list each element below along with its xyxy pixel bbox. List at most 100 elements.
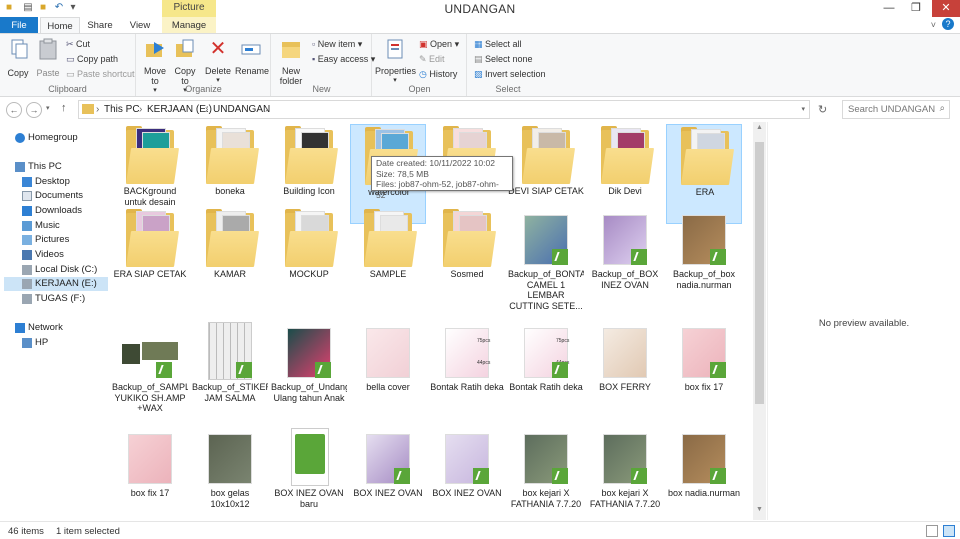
- item-label: MOCKUP: [289, 269, 329, 279]
- file-item[interactable]: BOX FERRY: [587, 320, 663, 420]
- history-button[interactable]: ◷ History: [419, 69, 457, 80]
- coreldraw-file-thumbnail: [680, 322, 728, 380]
- paste-label: Paste: [36, 68, 60, 78]
- nav-network-label: Network: [28, 322, 63, 333]
- copy-icon: [11, 39, 28, 59]
- vertical-scrollbar[interactable]: ▲ ▼: [753, 122, 766, 520]
- edit-button[interactable]: ✎ Edit: [419, 54, 445, 65]
- recent-locations-icon[interactable]: ▾: [46, 104, 50, 112]
- nav-network[interactable]: Network: [15, 321, 63, 335]
- paste-button[interactable]: Paste: [34, 38, 62, 78]
- help-icon[interactable]: ?: [942, 18, 954, 30]
- back-button[interactable]: ←: [6, 102, 22, 118]
- scroll-down-icon[interactable]: ▼: [753, 506, 766, 518]
- close-button[interactable]: ✕: [932, 0, 960, 17]
- file-item[interactable]: Backup_of_SAMPLE YUKIKO SH.AMP +WAX: [112, 320, 188, 420]
- copy-path-button[interactable]: ▭ Copy path: [66, 54, 118, 65]
- folder-item[interactable]: KAMAR: [192, 207, 268, 307]
- nav-homegroup[interactable]: Homegroup: [15, 131, 78, 145]
- item-label: BOX FERRY: [599, 382, 651, 392]
- open-icon: ▣: [419, 39, 431, 49]
- tab-manage[interactable]: Manage: [162, 17, 216, 34]
- select-all-button[interactable]: ▦ Select all: [474, 39, 522, 50]
- file-item[interactable]: BOX INEZ OVAN: [429, 426, 505, 520]
- folder-item[interactable]: MOCKUP: [271, 207, 347, 307]
- select-none-button[interactable]: ▤ Select none: [474, 54, 533, 65]
- nav-documents[interactable]: Documents: [22, 189, 83, 203]
- cut-button[interactable]: ✂ Cut: [66, 39, 90, 50]
- search-placeholder: Search UNDANGAN: [848, 104, 936, 115]
- window-title: UNDANGAN: [444, 2, 516, 16]
- file-item[interactable]: bella cover: [350, 320, 426, 420]
- search-input[interactable]: Search UNDANGAN ⌕: [842, 100, 950, 119]
- file-item[interactable]: 75pcs44pcsBontak Ratih deka: [429, 320, 505, 420]
- nav-music-label: Music: [35, 220, 60, 231]
- file-item[interactable]: Backup_of_BOX INEZ OVAN: [587, 207, 663, 307]
- file-item[interactable]: box nadia.nurman: [666, 426, 742, 520]
- details-view-icon[interactable]: [926, 525, 938, 537]
- item-label: box nadia.nurman: [667, 488, 741, 498]
- crumb-this-pc[interactable]: This PC: [104, 104, 140, 115]
- file-item[interactable]: 75pcs44pcsBontak Ratih deka: [508, 320, 584, 420]
- copy-button[interactable]: Copy: [4, 38, 32, 78]
- new-group: New folder ▫ New item ▾ ▪ Easy access ▾ …: [272, 34, 375, 96]
- address-bar[interactable]: › This PC › KERJAAN (E:) › UNDANGAN › ▾: [78, 100, 810, 119]
- restore-button[interactable]: ❐: [905, 0, 927, 17]
- new-item-button[interactable]: ▫ New item ▾: [312, 39, 362, 50]
- large-icons-view-icon[interactable]: [943, 525, 955, 537]
- file-item[interactable]: box kejari X FATHANIA 7.7.20: [587, 426, 663, 520]
- videos-icon: [22, 250, 32, 260]
- tab-home[interactable]: Home: [40, 17, 80, 34]
- tab-view[interactable]: View: [120, 17, 160, 34]
- file-item[interactable]: box fix 17: [112, 426, 188, 520]
- nav-music[interactable]: Music: [22, 219, 60, 233]
- crumb-kerjaan[interactable]: KERJAAN (E:): [147, 104, 212, 115]
- file-item[interactable]: BOX INEZ OVAN baru: [271, 426, 347, 520]
- nav-local-disk[interactable]: Local Disk (C:): [22, 263, 97, 277]
- file-item[interactable]: Backup_of_Undangan Ulang tahun Anak: [271, 320, 347, 420]
- file-item[interactable]: Backup_of_STIKER JAM SALMA: [192, 320, 268, 420]
- file-item[interactable]: box fix 17: [666, 320, 742, 420]
- coreldraw-file-thumbnail: [680, 209, 728, 267]
- rename-button[interactable]: Rename: [235, 38, 269, 76]
- nav-tugas[interactable]: TUGAS (F:): [22, 292, 85, 306]
- scroll-up-icon[interactable]: ▲: [753, 124, 766, 136]
- easy-access-button[interactable]: ▪ Easy access ▾: [312, 54, 375, 65]
- open-group: Properties ▾ ▣ Open ▾ ✎ Edit ◷ History O…: [373, 34, 467, 96]
- forward-button[interactable]: →: [26, 102, 42, 118]
- invert-selection-button[interactable]: ▨ Invert selection: [474, 69, 546, 80]
- address-dropdown-icon[interactable]: ▾: [801, 105, 805, 113]
- open-button[interactable]: ▣ Open ▾: [419, 39, 459, 50]
- paste-shortcut-button[interactable]: ▭ Paste shortcut: [66, 69, 135, 80]
- delete-button[interactable]: ✕ Delete ▾: [205, 38, 231, 86]
- nav-hp[interactable]: HP: [22, 336, 49, 350]
- folder-icon: [364, 209, 418, 267]
- file-item[interactable]: Backup_of_BONTAK CAMEL 1 LEMBAR CUTTING …: [508, 207, 584, 311]
- folder-item[interactable]: Sosmed: [429, 207, 505, 307]
- nav-desktop[interactable]: Desktop: [22, 175, 70, 189]
- coreldraw-badge-icon: [394, 468, 410, 484]
- up-button[interactable]: ↑: [61, 102, 67, 114]
- scrollbar-thumb[interactable]: [755, 142, 764, 404]
- file-item[interactable]: box kejari X FATHANIA 7.7.20: [508, 426, 584, 520]
- minimize-button[interactable]: —: [878, 0, 900, 17]
- tab-file[interactable]: File: [0, 17, 38, 34]
- nav-downloads[interactable]: Downloads: [22, 204, 82, 218]
- nav-this-pc[interactable]: This PC: [15, 160, 62, 174]
- folder-item[interactable]: ERA SIAP CETAK: [112, 207, 188, 307]
- nav-pictures[interactable]: Pictures: [22, 233, 69, 247]
- file-item[interactable]: box gelas 10x10x12: [192, 426, 268, 520]
- crumb-undangan[interactable]: UNDANGAN: [213, 104, 270, 115]
- properties-button[interactable]: Properties ▾: [375, 38, 416, 86]
- nav-videos[interactable]: Videos: [22, 248, 64, 262]
- refresh-icon[interactable]: ↻: [818, 103, 827, 116]
- nav-kerjaan[interactable]: KERJAAN (E:): [22, 277, 97, 291]
- folder-item[interactable]: SAMPLE: [350, 207, 426, 307]
- coreldraw-badge-icon: [631, 249, 647, 265]
- ribbon-collapse-icon[interactable]: ˅: [931, 20, 936, 30]
- tab-share[interactable]: Share: [80, 17, 120, 34]
- file-item[interactable]: Backup_of_box nadia.nurman: [666, 207, 742, 307]
- new-folder-button[interactable]: New folder: [276, 38, 306, 86]
- nav-hp-label: HP: [35, 337, 49, 348]
- file-item[interactable]: BOX INEZ OVAN: [350, 426, 426, 520]
